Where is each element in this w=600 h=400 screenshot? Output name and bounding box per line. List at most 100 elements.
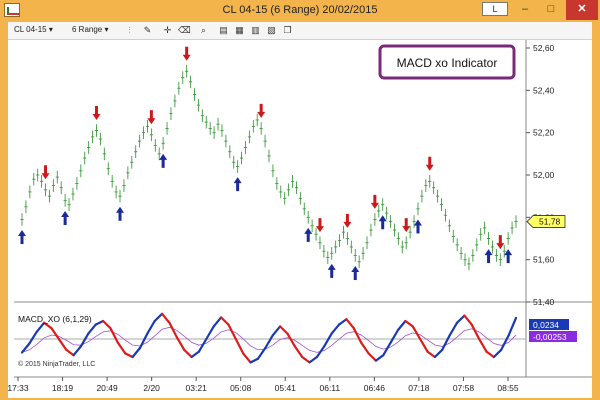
- macd-up-segment: [94, 319, 105, 326]
- macd-down-segment: [242, 352, 252, 364]
- macd-down-segment: [109, 327, 119, 344]
- time-tick-label: 03:21: [186, 383, 208, 393]
- macd-down-segment: [463, 314, 473, 326]
- properties-icon[interactable]: ▤: [218, 25, 229, 36]
- instrument-label: CL 04-15: [14, 25, 47, 34]
- macd-down-segment: [116, 341, 127, 355]
- macd-up-segment: [35, 321, 46, 333]
- title-bar[interactable]: CL 04-15 (6 Range) 20/02/2015 L – □ ✕: [0, 0, 600, 22]
- macd-up-segment: [323, 332, 333, 348]
- minimize-button[interactable]: –: [512, 0, 538, 20]
- annotation-label: MACD xo Indicator: [397, 56, 498, 70]
- bar-type-icon[interactable]: ⫶: [124, 25, 135, 36]
- macd-lines: [20, 312, 518, 364]
- price-tick-label: 52,40: [533, 85, 555, 95]
- copyright-text: © 2015 NinjaTrader, LLC: [18, 360, 95, 368]
- macd-up-segment: [205, 325, 215, 341]
- templates-icon[interactable]: ▥: [250, 25, 261, 36]
- macd-down-segment: [411, 325, 422, 341]
- period-selector[interactable]: 6 Range ▾: [72, 25, 109, 34]
- macd-down-segment: [278, 325, 289, 335]
- macd-up-segment: [72, 345, 83, 357]
- chart-window: CL 04-15 (6 Range) 20/02/2015 L – □ ✕ CL…: [0, 0, 600, 400]
- time-tick-label: 05:08: [230, 383, 252, 393]
- macd-up-segment: [138, 332, 149, 350]
- macd-up-segment: [507, 316, 518, 337]
- macd-up-segment: [153, 312, 164, 323]
- macd-up-segment: [389, 328, 400, 344]
- macd-up-segment: [271, 325, 282, 337]
- macd-down-segment: [352, 327, 363, 344]
- data-box-icon[interactable]: ▧: [266, 25, 277, 36]
- price-tick-label: 52,60: [533, 43, 555, 53]
- copy-icon[interactable]: ❐: [282, 25, 293, 36]
- macd-up-segment: [374, 354, 385, 362]
- macd-down-segment: [301, 355, 311, 364]
- macd-down-segment: [367, 352, 378, 362]
- time-tick-label: 18:19: [52, 383, 74, 393]
- macd-down-segment: [124, 352, 134, 359]
- macd-down-segment: [102, 319, 112, 330]
- period-label: 6 Range: [72, 25, 103, 34]
- macd-up-segment: [455, 314, 466, 324]
- last-price-label: 51,78: [539, 217, 561, 227]
- time-tick-label: 17:33: [8, 383, 29, 393]
- close-button[interactable]: ✕: [566, 0, 598, 20]
- time-axis-ticks: 17:33 18:19 20:49 2/20 03:21 05:08 05:41 06:11 0…: [8, 377, 519, 393]
- macd-down-segment: [57, 337, 68, 351]
- macd-up-segment: [131, 346, 142, 359]
- macd-down-segment: [50, 327, 60, 341]
- time-tick-label: 08:55: [497, 383, 519, 393]
- price-tick-label: 51,60: [533, 255, 555, 265]
- macd-up-segment: [212, 316, 223, 328]
- strategies-icon[interactable]: ▦: [234, 25, 245, 36]
- macd-up-segment: [433, 348, 444, 359]
- macd-up-segment: [87, 323, 97, 335]
- macd-up-segment: [441, 334, 451, 351]
- macd-positive-value: 0,0234: [533, 320, 559, 330]
- annotation-box[interactable]: MACD xo Indicator: [378, 44, 516, 80]
- macd-down-segment: [485, 350, 495, 359]
- chart-canvas[interactable]: 52,6052,4052,2052,0051,8051,6051,40 17:3…: [8, 40, 592, 398]
- time-tick-label: 06:46: [364, 383, 386, 393]
- macd-up-segment: [197, 337, 208, 353]
- time-tick-label: 07:18: [408, 383, 430, 393]
- draw-pencil-icon[interactable]: ✎: [142, 25, 153, 36]
- maximize-button[interactable]: □: [538, 0, 564, 20]
- macd-down-segment: [404, 319, 414, 328]
- macd-indicator-label: MACD_XO (6,1,29): [18, 314, 92, 324]
- macd-down-segment: [426, 350, 436, 359]
- eraser-icon[interactable]: ⌫: [178, 25, 191, 36]
- link-button[interactable]: L: [482, 2, 508, 16]
- instrument-selector[interactable]: CL 04-15 ▾: [14, 25, 53, 34]
- time-tick-label: 2/20: [143, 383, 160, 393]
- macd-down-segment: [219, 316, 230, 326]
- macd-down-segment: [234, 337, 245, 355]
- macd-up-segment: [79, 332, 90, 348]
- chart-toolbar: CL 04-15 ▾ 6 Range ▾ ⫶ ✎ ✛ ⌫ ⌕ ▤ ▦ ▥ ▧ ❐: [8, 22, 592, 40]
- macd-up-segment: [396, 319, 407, 332]
- macd-down-segment: [183, 348, 193, 359]
- macd-down-segment: [478, 337, 488, 353]
- macd-up-segment: [146, 319, 156, 335]
- macd-up-segment: [337, 318, 348, 326]
- macd-up-segment: [190, 350, 201, 359]
- zoom-icon[interactable]: ⌕: [198, 25, 209, 36]
- macd-up-segment: [308, 355, 319, 364]
- crosshair-icon[interactable]: ✛: [162, 25, 173, 36]
- macd-down-segment: [345, 318, 355, 330]
- chart-area[interactable]: 52,6052,4052,2052,0051,8051,6051,40 17:3…: [8, 40, 592, 398]
- time-tick-label: 20:49: [96, 383, 118, 393]
- macd-up-segment: [448, 321, 459, 337]
- macd-down-segment: [419, 337, 429, 353]
- price-tick-label: 52,20: [533, 128, 555, 138]
- window-title: CL 04-15 (6 Range) 20/02/2015: [222, 4, 378, 16]
- macd-up-segment: [28, 330, 38, 345]
- time-tick-label: 05:41: [275, 383, 297, 393]
- macd-up-segment: [492, 348, 503, 359]
- price-axis-ticks: 52,6052,4052,2052,0051,8051,6051,40: [526, 43, 555, 307]
- macd-up-segment: [249, 357, 260, 364]
- time-tick-label: 06:11: [319, 383, 340, 393]
- macd-up-segment: [330, 323, 341, 335]
- last-price-marker: 51,78: [526, 215, 566, 228]
